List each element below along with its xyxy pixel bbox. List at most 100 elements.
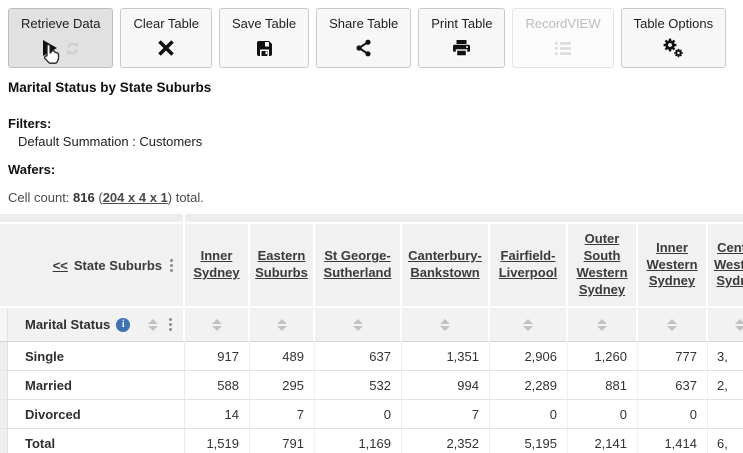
value-cell: 2,906 [490,342,568,371]
value-cell: 1,519 [185,429,250,453]
column-header-link[interactable]: Canterbury-Bankstown [408,248,482,280]
row-gutter-cell [0,400,8,429]
kebab-menu-icon[interactable] [167,316,174,333]
refresh-icon [65,41,80,56]
sort-toggle-icon[interactable] [353,319,363,331]
value-cell: 1,351 [402,342,490,371]
value-cell: 2, [708,371,743,400]
share-icon [355,39,372,57]
row-dimension: Marital Statusi [8,316,183,333]
column-header-link[interactable]: Central Western Sydney [714,240,743,289]
value-cell: 0 [490,400,568,429]
column-header-row: <<State Suburbs Inner Sydney Eastern Subur… [0,224,743,308]
toolbar: Retrieve Data Clear Table [0,0,743,66]
retrieve-data-label: Retrieve Data [21,16,100,31]
value-cell: 994 [402,371,490,400]
column-sort-cell [568,308,638,342]
column-header-link[interactable]: Eastern Suburbs [255,248,308,280]
sort-toggle-icon[interactable] [148,319,158,331]
sort-row: Marital Statusi [0,308,743,342]
sort-toggle-icon[interactable] [212,319,222,331]
collapse-columns-link[interactable]: << [53,258,68,273]
table-row: Divorced14707000 [0,400,743,429]
info-icon[interactable]: i [116,318,130,332]
column-header-link[interactable]: St George-Sutherland [324,248,392,280]
column-header: Outer South Western Sydney [568,224,638,308]
recordview-label: RecordVIEW [525,16,600,31]
column-header-link[interactable]: Inner Sydney [193,248,239,280]
sort-toggle-icon[interactable] [277,319,287,331]
column-header: Inner Sydney [185,224,250,308]
column-header: Eastern Suburbs [250,224,315,308]
row-label: Married [8,371,185,400]
row-gutter-cell [0,342,8,371]
value-cell: 917 [185,342,250,371]
save-table-button[interactable]: Save Table [219,8,309,68]
print-table-button[interactable]: Print Table [418,8,505,68]
sort-toggle-icon[interactable] [597,319,607,331]
value-cell: 295 [250,371,315,400]
x-icon [157,39,175,57]
trash-button[interactable]: Trash [733,8,743,68]
strip-right-cell [185,214,743,224]
column-sort-cell [638,308,708,342]
cell-count-prefix: Cell count: [8,190,73,205]
column-header-link[interactable]: Outer South Western Sydney [576,231,627,297]
cell-count-link[interactable]: 204 x 4 x 1 [103,190,168,205]
print-icon [452,39,471,57]
value-cell: 791 [250,429,315,453]
table-options-button[interactable]: Table Options [621,8,727,68]
data-table: <<State Suburbs Inner Sydney Eastern Subur… [0,214,743,453]
value-cell: 2,141 [568,429,638,453]
sort-toggle-icon[interactable] [440,319,450,331]
sort-toggle-icon[interactable] [523,319,533,331]
value-cell: 489 [250,342,315,371]
table-row: Total1,5197911,1692,3525,1952,1411,4146, [0,429,743,453]
clear-table-button[interactable]: Clear Table [120,8,212,68]
value-cell: 637 [638,371,708,400]
corner-header: <<State Suburbs [2,257,181,274]
value-cell: 588 [185,371,250,400]
share-table-button[interactable]: Share Table [316,8,411,68]
column-header-link[interactable]: Fairfield-Liverpool [499,248,558,280]
list-icon [554,41,572,56]
value-cell: 0 [315,400,402,429]
column-header-link[interactable]: Inner Western Sydney [646,240,697,289]
value-cell: 0 [638,400,708,429]
value-cell: 1,414 [638,429,708,453]
row-dimension-cell: Marital Statusi [8,308,185,342]
strip-left-cell [0,214,185,224]
column-group-strip [0,214,743,224]
value-cell: 7 [250,400,315,429]
value-cell: 7 [402,400,490,429]
kebab-menu-icon[interactable] [168,257,175,274]
value-cell: 637 [315,342,402,371]
table-row: Married5882955329942,2898816372, [0,371,743,400]
value-cell: 2,352 [402,429,490,453]
print-table-label: Print Table [431,16,492,31]
value-cell: 2,289 [490,371,568,400]
gears-icon [663,38,684,58]
value-cell: 5,195 [490,429,568,453]
column-sort-cell [708,308,743,342]
sort-toggle-icon[interactable] [735,319,743,331]
cell-count-value: 816 [73,190,95,205]
value-cell: 881 [568,371,638,400]
recordview-button: RecordVIEW [512,8,613,68]
filters-heading: Filters: [8,116,743,131]
value-cell: 14 [185,400,250,429]
retrieve-data-button[interactable]: Retrieve Data [8,8,113,68]
table-options-label: Table Options [634,16,714,31]
value-cell: 0 [568,400,638,429]
table-row: Single9174896371,3512,9061,2607773, [0,342,743,371]
row-label: Single [8,342,185,371]
cell-count: Cell count: 816 (204 x 4 x 1) total. [8,190,743,205]
row-label: Divorced [8,400,185,429]
sort-toggle-icon[interactable] [667,319,677,331]
row-gutter-cell [0,308,8,342]
page-title: Marital Status by State Suburbs [8,80,743,95]
corner-header-cell: <<State Suburbs [0,224,185,308]
value-cell: 777 [638,342,708,371]
column-sort-cell [490,308,568,342]
save-table-label: Save Table [232,16,296,31]
